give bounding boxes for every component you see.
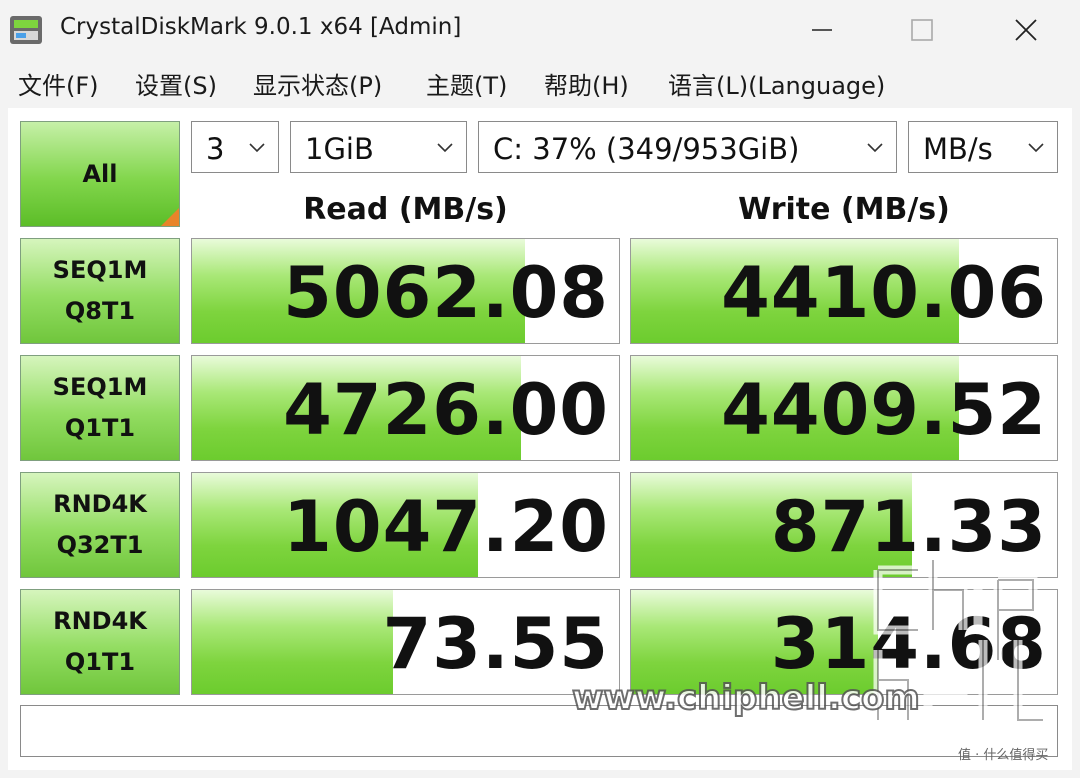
menu-settings[interactable]: 设置(S) — [135, 66, 217, 101]
menu-file[interactable]: 文件(F) — [18, 66, 99, 101]
read-result-bar — [192, 590, 393, 694]
read-result-cell: 73.55 — [191, 589, 620, 695]
title-bar: CrystalDiskMark 9.0.1 x64 [Admin] — [0, 0, 1080, 60]
chevron-down-icon — [249, 143, 265, 153]
test-button-rnd4k-q32t1[interactable]: RND4K Q32T1 — [20, 472, 180, 578]
test-params: Q1T1 — [64, 414, 136, 442]
run-all-label: All — [82, 160, 118, 188]
chevron-down-icon — [437, 143, 453, 153]
unit-select[interactable]: MB/s — [908, 121, 1058, 173]
read-result-value: 4726.00 — [283, 369, 609, 451]
corner-marker — [161, 208, 179, 226]
menu-display-status[interactable]: 显示状态(P) — [253, 66, 382, 101]
crystaldiskmark-app-icon — [10, 16, 42, 44]
menu-help[interactable]: 帮助(H) — [544, 66, 629, 101]
maximize-button[interactable] — [872, 0, 972, 60]
run-all-button[interactable]: All — [20, 121, 180, 227]
read-result-cell: 5062.08 — [191, 238, 620, 344]
read-result-value: 1047.20 — [283, 486, 609, 568]
test-size-select[interactable]: 1GiB — [290, 121, 467, 173]
menu-bar: 文件(F) 设置(S) 显示状态(P) 主题(T) 帮助(H) 语言(L)(La… — [0, 60, 1080, 104]
write-header: Write (MB/s) — [738, 192, 950, 227]
write-result-value: 4410.06 — [721, 252, 1047, 334]
close-button[interactable] — [976, 0, 1076, 60]
write-result-cell: 4409.52 — [630, 355, 1058, 461]
chevron-down-icon — [1028, 143, 1044, 153]
unit-value: MB/s — [923, 132, 993, 166]
test-size-value: 1GiB — [305, 132, 374, 166]
minimize-button[interactable] — [772, 0, 872, 60]
menu-language[interactable]: 语言(L)(Language) — [668, 66, 885, 101]
test-button-seq1m-q8t1[interactable]: SEQ1M Q8T1 — [20, 238, 180, 344]
read-result-cell: 1047.20 — [191, 472, 620, 578]
test-name: SEQ1M — [52, 256, 148, 284]
test-count-select[interactable]: 3 — [191, 121, 279, 173]
test-button-seq1m-q1t1[interactable]: SEQ1M Q1T1 — [20, 355, 180, 461]
read-result-cell: 4726.00 — [191, 355, 620, 461]
test-button-rnd4k-q1t1[interactable]: RND4K Q1T1 — [20, 589, 180, 695]
source-watermark: 值 · 什么值得买 — [958, 748, 1049, 763]
menu-theme[interactable]: 主题(T) — [426, 66, 507, 101]
test-name: SEQ1M — [52, 373, 148, 401]
test-count-value: 3 — [206, 132, 225, 166]
read-header: Read (MB/s) — [303, 192, 508, 227]
minimize-icon — [812, 29, 832, 31]
test-params: Q32T1 — [56, 531, 144, 559]
test-name: RND4K — [53, 490, 147, 518]
write-result-cell: 4410.06 — [630, 238, 1058, 344]
drive-select[interactable]: C: 37% (349/953GiB) — [478, 121, 897, 173]
drive-value: C: 37% (349/953GiB) — [493, 132, 800, 166]
site-watermark: www.chiphell.com — [571, 677, 921, 719]
test-name: RND4K — [53, 607, 147, 635]
write-result-value: 4409.52 — [721, 369, 1047, 451]
close-icon — [1015, 19, 1037, 41]
window-title: CrystalDiskMark 9.0.1 x64 [Admin] — [60, 14, 462, 40]
maximize-icon — [911, 19, 933, 41]
test-params: Q8T1 — [64, 297, 136, 325]
read-result-value: 73.55 — [382, 603, 609, 685]
chevron-down-icon — [867, 143, 883, 153]
test-params: Q1T1 — [64, 648, 136, 676]
read-result-value: 5062.08 — [283, 252, 609, 334]
